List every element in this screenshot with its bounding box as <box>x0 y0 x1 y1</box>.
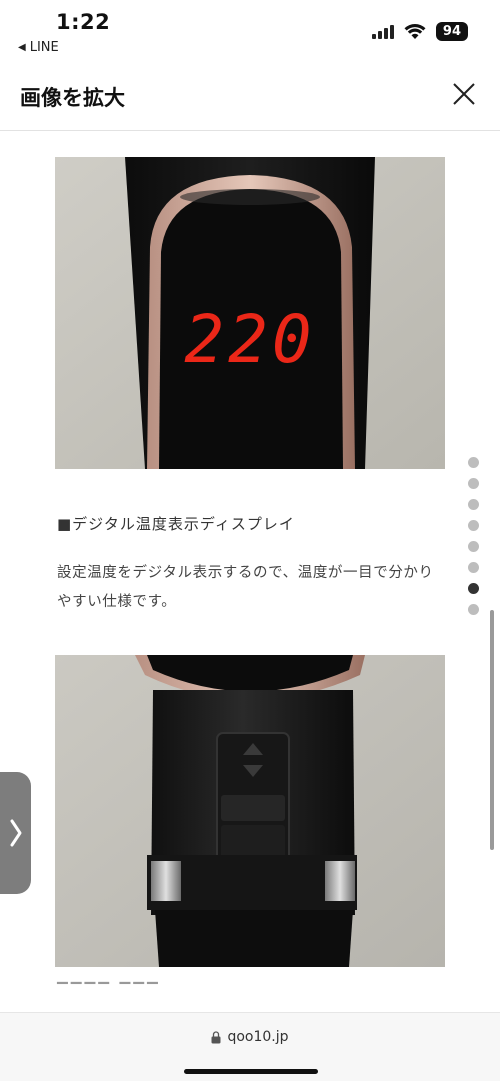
battery-indicator: 94 <box>435 22 468 41</box>
lock-icon <box>211 1030 221 1043</box>
url-text: qoo10.jp <box>227 1029 289 1045</box>
side-panel-handle[interactable] <box>0 772 31 894</box>
back-triangle-icon: ◀ <box>18 42 26 53</box>
back-app-label: LINE <box>29 40 59 55</box>
status-time: 1:22 <box>56 10 111 34</box>
close-button[interactable] <box>450 80 478 108</box>
caption-title: ■デジタル温度表示ディスプレイ <box>57 515 295 533</box>
pager-dot[interactable] <box>468 499 479 510</box>
pager-dot[interactable] <box>468 562 479 573</box>
url-bar[interactable]: qoo10.jp <box>0 1029 500 1045</box>
pager-dot[interactable] <box>468 520 479 531</box>
browser-bottom-bar: qoo10.jp <box>0 1012 500 1081</box>
next-caption-cutoff: ▔▔▔▔ ▔▔▔ <box>57 983 161 999</box>
pager-dot[interactable] <box>468 604 479 615</box>
product-photo-display: 220 <box>55 157 445 469</box>
image-viewer-content[interactable]: 220 ■デジタル温度表示ディスプレイ 設定温度をデジタル表示するので、温度が一… <box>0 131 500 1011</box>
temperature-readout: 220 <box>184 301 315 378</box>
pager-dot[interactable] <box>468 541 479 552</box>
image-pager-dots <box>468 457 479 615</box>
status-bar: 1:22 ◀ LINE 94 <box>0 0 500 60</box>
caption-body: 設定温度をデジタル表示するので、温度が一目で分かりやすい仕様です。 <box>57 565 434 610</box>
product-photo-switch <box>55 655 445 967</box>
page-title: 画像を拡大 <box>20 86 125 110</box>
svg-text:220: 220 <box>184 301 315 378</box>
close-icon <box>453 83 475 105</box>
cellular-signal-icon <box>371 24 394 39</box>
chevron-right-icon <box>10 819 21 847</box>
home-indicator[interactable] <box>184 1069 318 1074</box>
pager-dot[interactable] <box>468 457 479 468</box>
pager-dot-active[interactable] <box>468 583 479 594</box>
vertical-scrollbar[interactable] <box>490 610 494 850</box>
back-to-app-link[interactable]: ◀ LINE <box>18 40 59 55</box>
wifi-icon <box>404 23 426 40</box>
viewer-header: 画像を拡大 <box>0 62 500 131</box>
pager-dot[interactable] <box>468 478 479 489</box>
